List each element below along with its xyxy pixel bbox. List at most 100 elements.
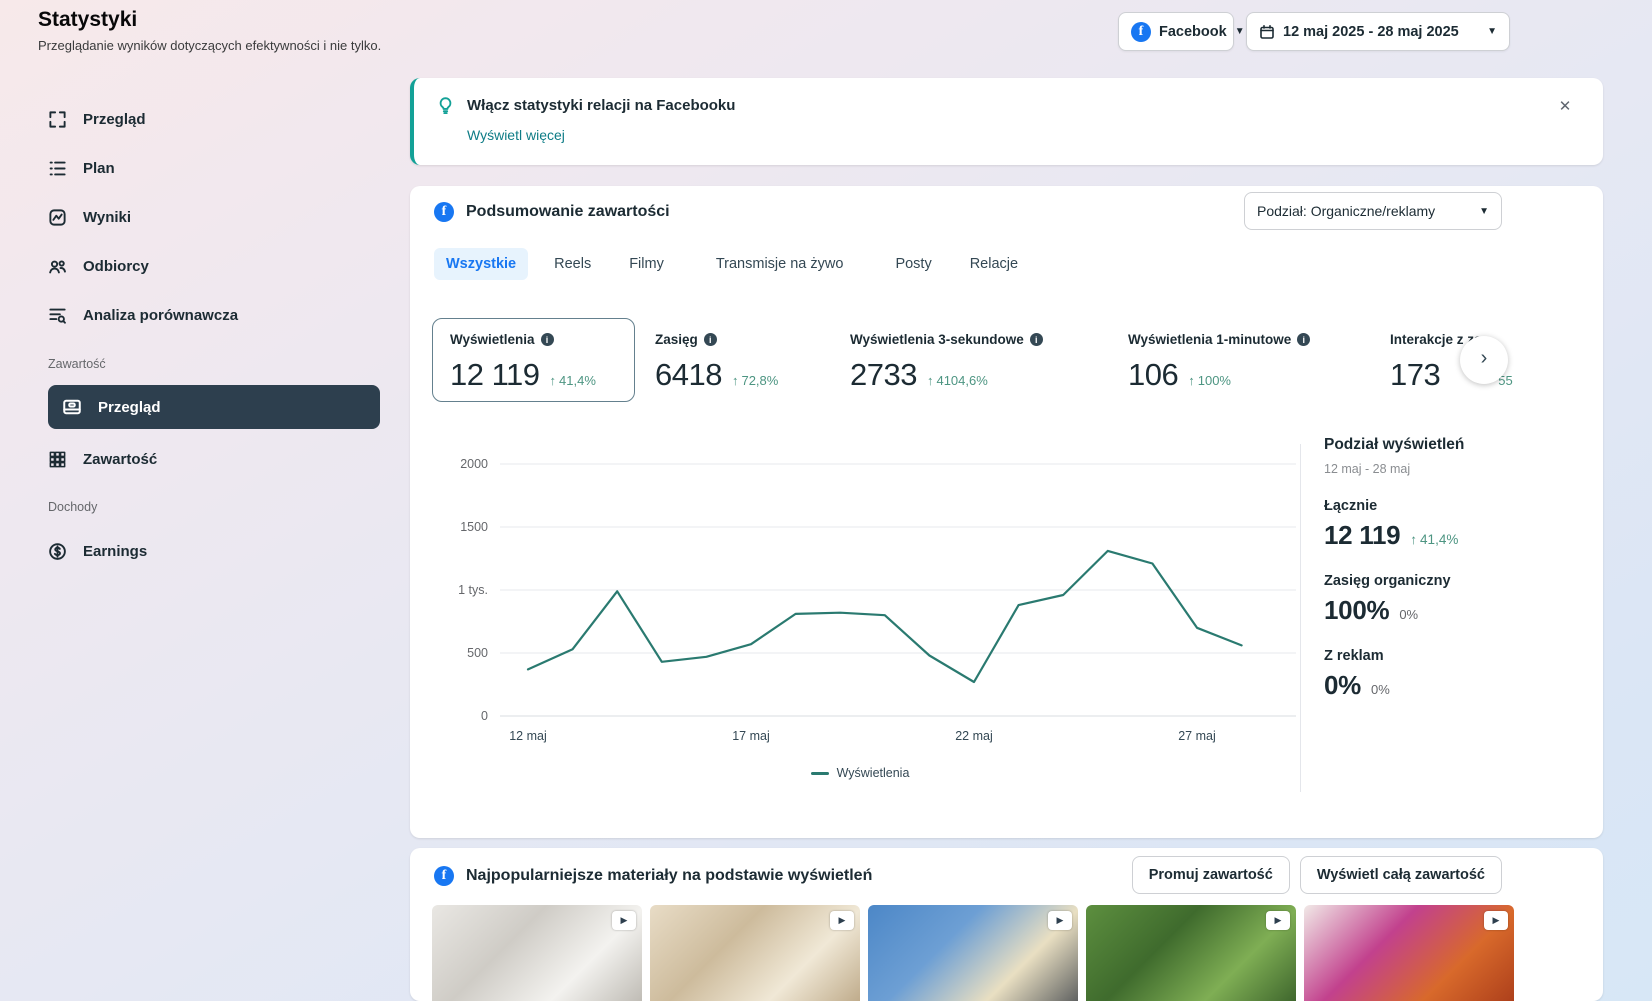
breakdown-row-label: Łącznie — [1324, 498, 1584, 514]
breakdown-row-value: 100% — [1324, 595, 1389, 626]
sidebar-item-wyniki[interactable]: Wyniki — [48, 203, 131, 231]
sidebar-item-label: Odbiorcy — [83, 258, 149, 275]
breakdown-dropdown-label: Podział: Organiczne/reklamy — [1257, 203, 1435, 219]
sidebar-item-content-przeglad-selected[interactable]: Przegląd — [48, 385, 380, 429]
content-overview-icon — [62, 397, 82, 417]
sidebar-item-odbiorcy[interactable]: Odbiorcy — [48, 252, 149, 280]
top-content-title: Najpopularniejsze materiały na podstawie… — [466, 867, 872, 885]
breakdown-row-label: Zasięg organiczny — [1324, 573, 1584, 589]
svg-text:1500: 1500 — [460, 520, 488, 534]
chart-legend: Wyświetlenia — [420, 766, 1300, 780]
metric-label: Wyświetlenia 1-minutowe — [1128, 332, 1291, 347]
tab-posty[interactable]: Posty — [883, 248, 943, 280]
facebook-logo-icon — [1131, 22, 1151, 42]
sidebar-item-content-zawartosc[interactable]: Zawartość — [48, 445, 157, 473]
content-thumbnail[interactable] — [650, 905, 860, 1001]
views-breakdown-panel: Podział wyświetleń 12 maj - 28 maj Łączn… — [1324, 436, 1584, 701]
svg-text:22 maj: 22 maj — [955, 729, 993, 743]
tab-wszystkie[interactable]: Wszystkie — [434, 248, 528, 280]
info-icon[interactable] — [1297, 333, 1310, 346]
svg-text:27 maj: 27 maj — [1178, 729, 1216, 743]
breakdown-row-change: 0% — [1399, 607, 1418, 622]
info-icon[interactable] — [1030, 333, 1043, 346]
audience-people-icon — [48, 257, 67, 276]
tab-relacje[interactable]: Relacje — [958, 248, 1030, 280]
close-icon[interactable] — [1553, 94, 1577, 118]
content-type-tabs: Wszystkie Reels Filmy Transmisje na żywo… — [434, 248, 1030, 280]
video-play-icon — [1484, 911, 1508, 930]
video-play-icon — [1266, 911, 1290, 930]
tab-filmy[interactable]: Filmy — [617, 248, 676, 280]
video-play-icon — [1048, 911, 1072, 930]
tab-transmisje-na-zywo[interactable]: Transmisje na żywo — [704, 248, 856, 280]
content-thumbnails — [432, 905, 1514, 1001]
breakdown-row-change: 41,4% — [1410, 532, 1458, 547]
sidebar-item-label: Zawartość — [83, 451, 157, 468]
sidebar-item-label: Plan — [83, 160, 115, 177]
facebook-logo-icon — [434, 202, 454, 222]
metric-label: Wyświetlenia 3-sekundowe — [850, 332, 1024, 347]
views-chart-svg: 05001 tys.1500200012 maj17 maj22 maj27 m… — [420, 434, 1310, 754]
video-play-icon — [830, 911, 854, 930]
tab-reels[interactable]: Reels — [542, 248, 603, 280]
grid-icon — [48, 450, 67, 469]
info-icon[interactable] — [704, 333, 717, 346]
svg-text:2000: 2000 — [460, 457, 488, 471]
sidebar-section-dochody: Dochody — [48, 500, 97, 514]
results-chart-icon — [48, 208, 67, 227]
sidebar-item-analiza-porownawcza[interactable]: Analiza porównawcza — [48, 301, 238, 329]
metric-value: 6418 — [655, 357, 722, 393]
content-thumbnail[interactable] — [1304, 905, 1514, 1001]
content-thumbnail[interactable] — [432, 905, 642, 1001]
svg-text:12 maj: 12 maj — [509, 729, 547, 743]
metric-card-zasieg[interactable]: Zasięg 6418 72,8% — [655, 332, 778, 393]
breakdown-dropdown[interactable]: Podział: Organiczne/reklamy — [1244, 192, 1502, 230]
metric-value: 173 — [1390, 357, 1440, 393]
sidebar-item-plan[interactable]: Plan — [48, 154, 115, 182]
stories-insights-banner: Włącz statystyki relacji na Facebooku Wy… — [410, 78, 1603, 165]
metric-card-wyswietlenia-1-minutowe[interactable]: Wyświetlenia 1-minutowe 106 100% — [1128, 332, 1310, 393]
page-subtitle: Przeglądanie wyników dotyczących efektyw… — [38, 38, 381, 53]
svg-text:17 maj: 17 maj — [732, 729, 770, 743]
sidebar: Przegląd Plan Wyniki Odbiorcy Analiza po… — [40, 95, 400, 615]
view-all-content-button[interactable]: Wyświetl całą zawartość — [1300, 856, 1502, 894]
breakdown-title: Podział wyświetleń — [1324, 436, 1584, 454]
overview-icon — [48, 110, 67, 129]
banner-title: Włącz statystyki relacji na Facebooku — [467, 97, 735, 114]
content-thumbnail[interactable] — [1086, 905, 1296, 1001]
metrics-next-button[interactable] — [1460, 336, 1508, 384]
breakdown-row-value: 12 119 — [1324, 520, 1400, 551]
promote-content-button[interactable]: Promuj zawartość — [1132, 856, 1290, 894]
views-chart: 05001 tys.1500200012 maj17 maj22 maj27 m… — [420, 434, 1310, 754]
metric-card-wyswietlenia[interactable]: Wyświetlenia 12 119 41,4% — [432, 318, 635, 402]
banner-see-more-link[interactable]: Wyświetl więcej — [467, 127, 565, 143]
metric-label: Zasięg — [655, 332, 698, 347]
breakdown-row-change: 0% — [1371, 682, 1390, 697]
svg-text:500: 500 — [467, 646, 488, 660]
benchmark-icon — [48, 306, 67, 325]
metric-change: 100% — [1198, 373, 1231, 388]
content-thumbnail[interactable] — [868, 905, 1078, 1001]
metric-value: 12 119 — [450, 357, 540, 393]
chevron-down-icon — [1235, 26, 1245, 37]
sidebar-item-przeglad[interactable]: Przegląd — [48, 105, 146, 133]
summary-title: Podsumowanie zawartości — [466, 203, 670, 221]
metric-change: 41,4% — [559, 373, 596, 388]
list-icon — [48, 159, 67, 178]
info-icon[interactable] — [541, 333, 554, 346]
metric-card-wyswietlenia-3-sekundowe[interactable]: Wyświetlenia 3-sekundowe 2733 4104,6% — [850, 332, 1043, 393]
date-range-selector[interactable]: 12 maj 2025 - 28 maj 2025 — [1246, 12, 1510, 51]
breakdown-row-label: Z reklam — [1324, 648, 1584, 664]
sidebar-item-label: Analiza porównawcza — [83, 307, 238, 324]
svg-text:1 tys.: 1 tys. — [458, 583, 488, 597]
legend-dash-icon — [811, 772, 829, 775]
platform-selector[interactable]: Facebook — [1118, 12, 1234, 51]
metric-value: 2733 — [850, 357, 917, 393]
sidebar-item-label: Przegląd — [98, 399, 161, 416]
sidebar-item-earnings[interactable]: Earnings — [48, 537, 147, 565]
metric-change: 4104,6% — [936, 373, 987, 388]
dollar-circle-icon — [48, 542, 67, 561]
sidebar-section-zawartosc: Zawartość — [48, 357, 106, 371]
panel-divider — [1300, 444, 1301, 792]
metric-value: 106 — [1128, 357, 1178, 393]
